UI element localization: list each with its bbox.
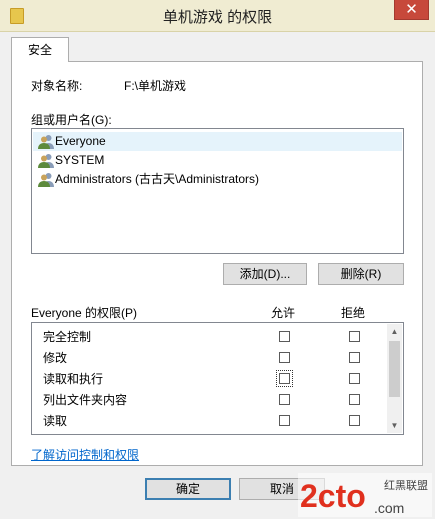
permissions-scrollbar[interactable]: ▲ ▼	[387, 324, 402, 433]
allow-checkbox-modify[interactable]	[279, 352, 290, 363]
list-item-everyone[interactable]: Everyone	[33, 132, 402, 151]
deny-checkbox-read-execute[interactable]	[349, 373, 360, 384]
deny-checkbox-list-folder[interactable]	[349, 394, 360, 405]
watermark-text: 2cto	[300, 478, 366, 514]
permissions-label: Everyone 的权限(P)	[31, 306, 138, 320]
watermark-side-text: 红黑联盟	[384, 479, 428, 492]
list-item-label: Administrators (古古天\Administrators)	[55, 172, 260, 186]
object-name-value: F:\单机游戏	[124, 79, 186, 93]
list-item-system[interactable]: SYSTEM	[33, 151, 104, 170]
object-name-label: 对象名称:	[31, 79, 83, 93]
users-icon	[38, 135, 54, 149]
add-button[interactable]: 添加(D)...	[223, 263, 307, 285]
ok-button[interactable]: 确定	[145, 478, 231, 500]
watermark-logo: 2cto .com 红黑联盟	[298, 473, 432, 517]
users-icon	[38, 154, 54, 168]
allow-checkbox-read[interactable]	[279, 415, 290, 426]
close-button[interactable]: ✕	[394, 0, 429, 20]
access-control-help-link[interactable]: 了解访问控制和权限	[31, 446, 139, 463]
allow-checkbox-read-execute[interactable]	[276, 370, 293, 387]
permissions-list: 完全控制 修改 读取和执行 列出文件夹内容 读取 ▲ ▼	[31, 322, 404, 435]
allow-header: 允许	[271, 306, 296, 320]
deny-checkbox-read[interactable]	[349, 415, 360, 426]
permission-row-read: 读取	[43, 414, 68, 428]
window-title: 单机游戏 的权限	[162, 9, 273, 26]
users-icon	[38, 173, 54, 187]
allow-checkbox-full-control[interactable]	[279, 331, 290, 342]
tab-security[interactable]: 安全	[11, 37, 69, 62]
title-bar: 单机游戏 的权限 ✕	[0, 0, 435, 32]
scroll-down-arrow-icon[interactable]: ▼	[387, 418, 402, 433]
permission-row-full-control: 完全控制	[43, 330, 92, 344]
groups-listbox[interactable]: Everyone SYSTEM Administrators (古古天\Admi…	[31, 128, 404, 254]
watermark-suffix: .com	[374, 500, 404, 516]
list-item-label: SYSTEM	[55, 153, 105, 167]
deny-checkbox-full-control[interactable]	[349, 331, 360, 342]
groups-label: 组或用户名(G):	[31, 113, 112, 127]
remove-button[interactable]: 删除(R)	[318, 263, 404, 285]
scroll-up-arrow-icon[interactable]: ▲	[387, 324, 402, 339]
permission-row-read-execute: 读取和执行	[43, 372, 104, 386]
list-item-administrators[interactable]: Administrators (古古天\Administrators)	[33, 170, 259, 189]
permission-row-modify: 修改	[43, 351, 68, 365]
permission-row-list-folder: 列出文件夹内容	[43, 393, 128, 407]
scroll-thumb[interactable]	[389, 341, 400, 397]
list-item-label: Everyone	[55, 134, 106, 148]
deny-checkbox-modify[interactable]	[349, 352, 360, 363]
allow-checkbox-list-folder[interactable]	[279, 394, 290, 405]
deny-header: 拒绝	[341, 306, 366, 320]
